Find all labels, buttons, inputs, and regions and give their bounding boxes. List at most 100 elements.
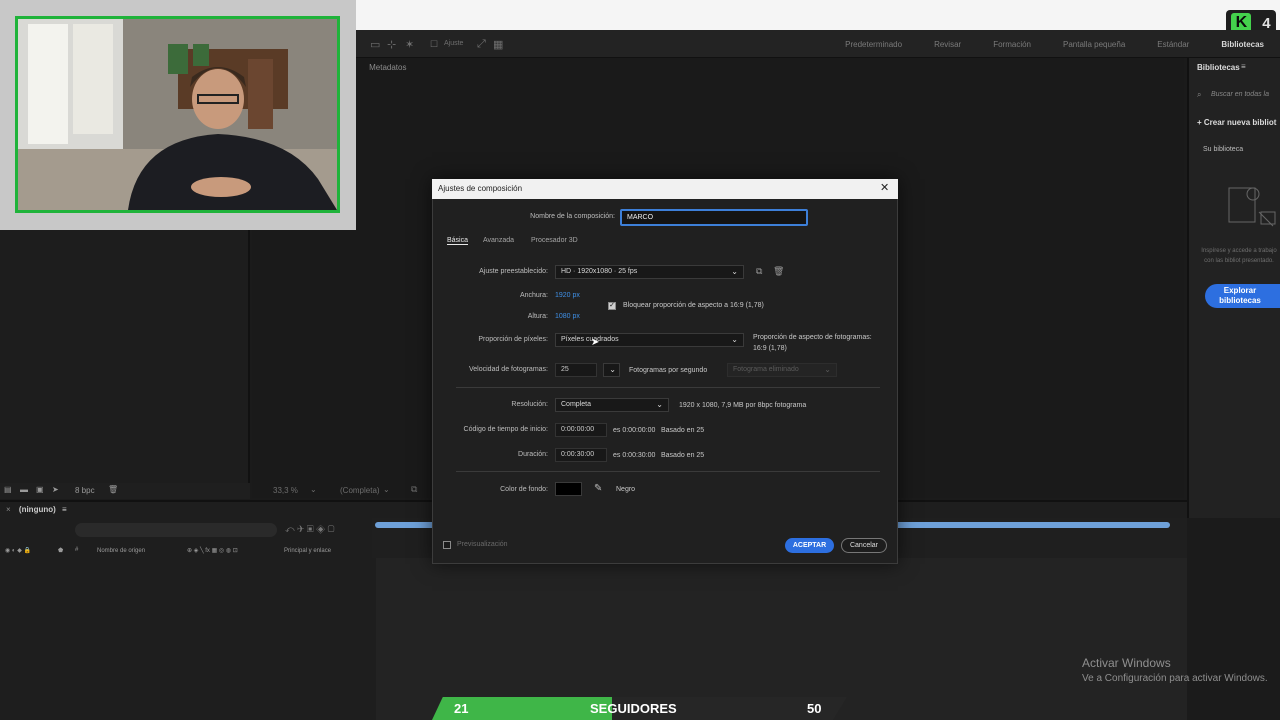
chevron-down-icon: ⌄	[824, 365, 831, 374]
eyedropper-icon[interactable]: ✎	[594, 483, 602, 494]
webcam-frame	[0, 0, 356, 230]
workspace-tab-0[interactable]: Predeterminado	[845, 40, 902, 49]
frame-rate-select[interactable]: ⌄	[603, 363, 620, 377]
explore-libraries-button[interactable]: Explorar bibliotecas	[1205, 284, 1280, 308]
chevron-down-icon: ⌄	[656, 400, 663, 409]
tab-advanced[interactable]: Avanzada	[483, 237, 514, 244]
libraries-title: Bibliotecas	[1197, 63, 1240, 72]
resolution-value: Completa	[561, 401, 591, 408]
chevron-down-icon: ⌄	[731, 267, 738, 276]
hash-icon: #	[75, 547, 79, 553]
render-icon[interactable]: ➤	[52, 485, 59, 494]
width-label: Anchura:	[519, 292, 548, 299]
chevron-down-icon: ⌄	[609, 365, 616, 374]
timeline-comp-name[interactable]: (ninguno)	[19, 505, 56, 514]
start-timecode-input[interactable]: 0:00:00:00	[555, 423, 607, 437]
timeline-menu-icon[interactable]: ≡	[62, 505, 67, 514]
duration-base: Basado en 25	[661, 452, 705, 459]
drop-frame-select: Fotograma eliminado ⌄	[727, 363, 837, 377]
bpc-label[interactable]: 8 bpc	[75, 486, 95, 495]
lock-aspect-checkbox[interactable]: ✓	[608, 302, 616, 310]
puppet-pin-icon[interactable]: ⊹	[387, 38, 396, 51]
av-switches-icon: ◉ ◐ ◆ 🔒	[5, 548, 31, 554]
interpret-icon[interactable]: ▤	[4, 485, 12, 494]
timeline-tracks[interactable]	[376, 558, 1187, 720]
viewer-count: 4	[1262, 14, 1271, 32]
trash-icon[interactable]: 🗑	[108, 485, 118, 494]
column-source-name[interactable]: Nombre de origen	[97, 548, 145, 554]
dialog-divider	[456, 387, 880, 388]
libraries-search-icon[interactable]: ⌕	[1197, 90, 1201, 100]
follower-current: 21	[454, 701, 469, 716]
tab-3d-renderer[interactable]: Procesador 3D	[531, 237, 578, 244]
column-parent-link[interactable]: Principal y enlace	[284, 548, 331, 554]
tab-basic[interactable]: Básica	[447, 237, 469, 245]
pixel-aspect-value: Píxeles cuadrados	[561, 336, 619, 343]
dialog-title: Ajustes de composición	[438, 184, 523, 193]
delete-preset-icon[interactable]: 🗑	[773, 266, 784, 277]
height-label: Altura:	[527, 313, 548, 320]
follower-goal-bar: 21 SEGUIDORES 50	[432, 697, 847, 720]
preview-checkbox[interactable]	[443, 541, 451, 549]
frame-aspect-label: Proporción de aspecto de fotogramas:	[753, 334, 872, 341]
workspace-tab-5[interactable]: Bibliotecas	[1221, 40, 1264, 49]
cancel-button[interactable]: Cancelar	[841, 538, 887, 553]
tab-metadata[interactable]: Metadatos	[369, 63, 406, 72]
duration-input[interactable]: 0:00:30:00	[555, 448, 607, 462]
start-timecode-info: es 0:00:00:00	[613, 427, 656, 434]
timeline-header: × (ninguno) ≡	[6, 505, 67, 514]
quality-select[interactable]: (Completa)	[340, 486, 380, 495]
follower-goal: 50	[807, 701, 822, 716]
create-library-button[interactable]: + Crear nueva bibliot	[1197, 118, 1276, 127]
windows-activation-title: Activar Windows	[1082, 656, 1171, 670]
pixel-aspect-select[interactable]: Píxeles cuadrados ⌄	[555, 333, 744, 347]
puppet-star-icon[interactable]: ✶	[405, 38, 414, 51]
snap-icon[interactable]: ▭	[370, 38, 380, 51]
preset-select[interactable]: HD · 1920x1080 · 25 fps ⌄	[555, 265, 744, 279]
comp-name-input[interactable]: MARCO	[620, 209, 808, 226]
dialog-divider	[456, 471, 880, 472]
lock-aspect-label: Bloquear proporción de aspecto a 16:9 (1…	[623, 302, 764, 309]
folder-icon[interactable]: ▬	[20, 485, 28, 494]
fps-label: Fotogramas por segundo	[629, 367, 708, 374]
pixel-aspect-label: Proporción de píxeles:	[478, 336, 548, 343]
chevron-down-icon: ⌄	[731, 335, 738, 344]
grid-icon[interactable]: ▦	[493, 38, 503, 51]
libraries-menu-icon[interactable]: ≡	[1241, 62, 1246, 71]
region-icon[interactable]: ⧉	[411, 484, 417, 495]
timeline-close-icon[interactable]: ×	[6, 505, 11, 514]
width-value[interactable]: 1920 px	[555, 292, 580, 299]
switches-icons: ⊕ ◈ ╲ fx ▦ ◎ ◍ ⊡	[187, 548, 238, 554]
workspace-tab-2[interactable]: Formación	[993, 40, 1031, 49]
mouse-cursor-icon: ➤	[591, 337, 600, 348]
height-value[interactable]: 1080 px	[555, 313, 580, 320]
zoom-level[interactable]: 33,3 %	[273, 486, 298, 495]
drop-frame-value: Fotograma eliminado	[733, 366, 799, 373]
create-library-label: Crear nueva bibliot	[1203, 118, 1277, 127]
project-panel	[0, 230, 250, 498]
libraries-panel: Bibliotecas ≡ ⌕ Buscar en todas la + Cre…	[1187, 58, 1280, 518]
frame-rate-input[interactable]: 25	[555, 363, 597, 377]
align-label: Ajuste	[444, 40, 464, 47]
save-preset-icon[interactable]: ⧉	[756, 266, 762, 277]
zoom-chevron-icon[interactable]: ⌄	[310, 485, 317, 494]
workspace-tab-3[interactable]: Pantalla pequeña	[1063, 40, 1125, 49]
quality-chevron-icon[interactable]: ⌄	[383, 485, 390, 494]
follower-label: SEGUIDORES	[590, 701, 677, 716]
expand-icon[interactable]: ⤢	[477, 38, 486, 51]
ok-button[interactable]: ACEPTAR	[785, 538, 834, 553]
resolution-select[interactable]: Completa ⌄	[555, 398, 669, 412]
workspace-tab-1[interactable]: Revisar	[934, 40, 961, 49]
workspace-tab-4[interactable]: Estándar	[1157, 40, 1189, 49]
timeline-tool-icons[interactable]: ⤺ ✈ ▣ ◈ ▢	[285, 524, 334, 535]
webcam-person-image	[18, 19, 337, 210]
dialog-close-icon[interactable]: ✕	[880, 181, 889, 194]
start-timecode-base: Basado en 25	[661, 427, 705, 434]
bg-color-swatch[interactable]	[555, 482, 582, 496]
libraries-info-text: Inspírese y accede a trabajo con las bib…	[1201, 248, 1277, 264]
libraries-search-input[interactable]: Buscar en todas la	[1211, 91, 1269, 98]
align-checkbox-icon[interactable]: ☐	[430, 39, 438, 50]
timeline-search-input[interactable]	[75, 523, 277, 537]
new-comp-icon[interactable]: ▣	[36, 485, 44, 494]
duration-label: Duración:	[518, 451, 548, 458]
